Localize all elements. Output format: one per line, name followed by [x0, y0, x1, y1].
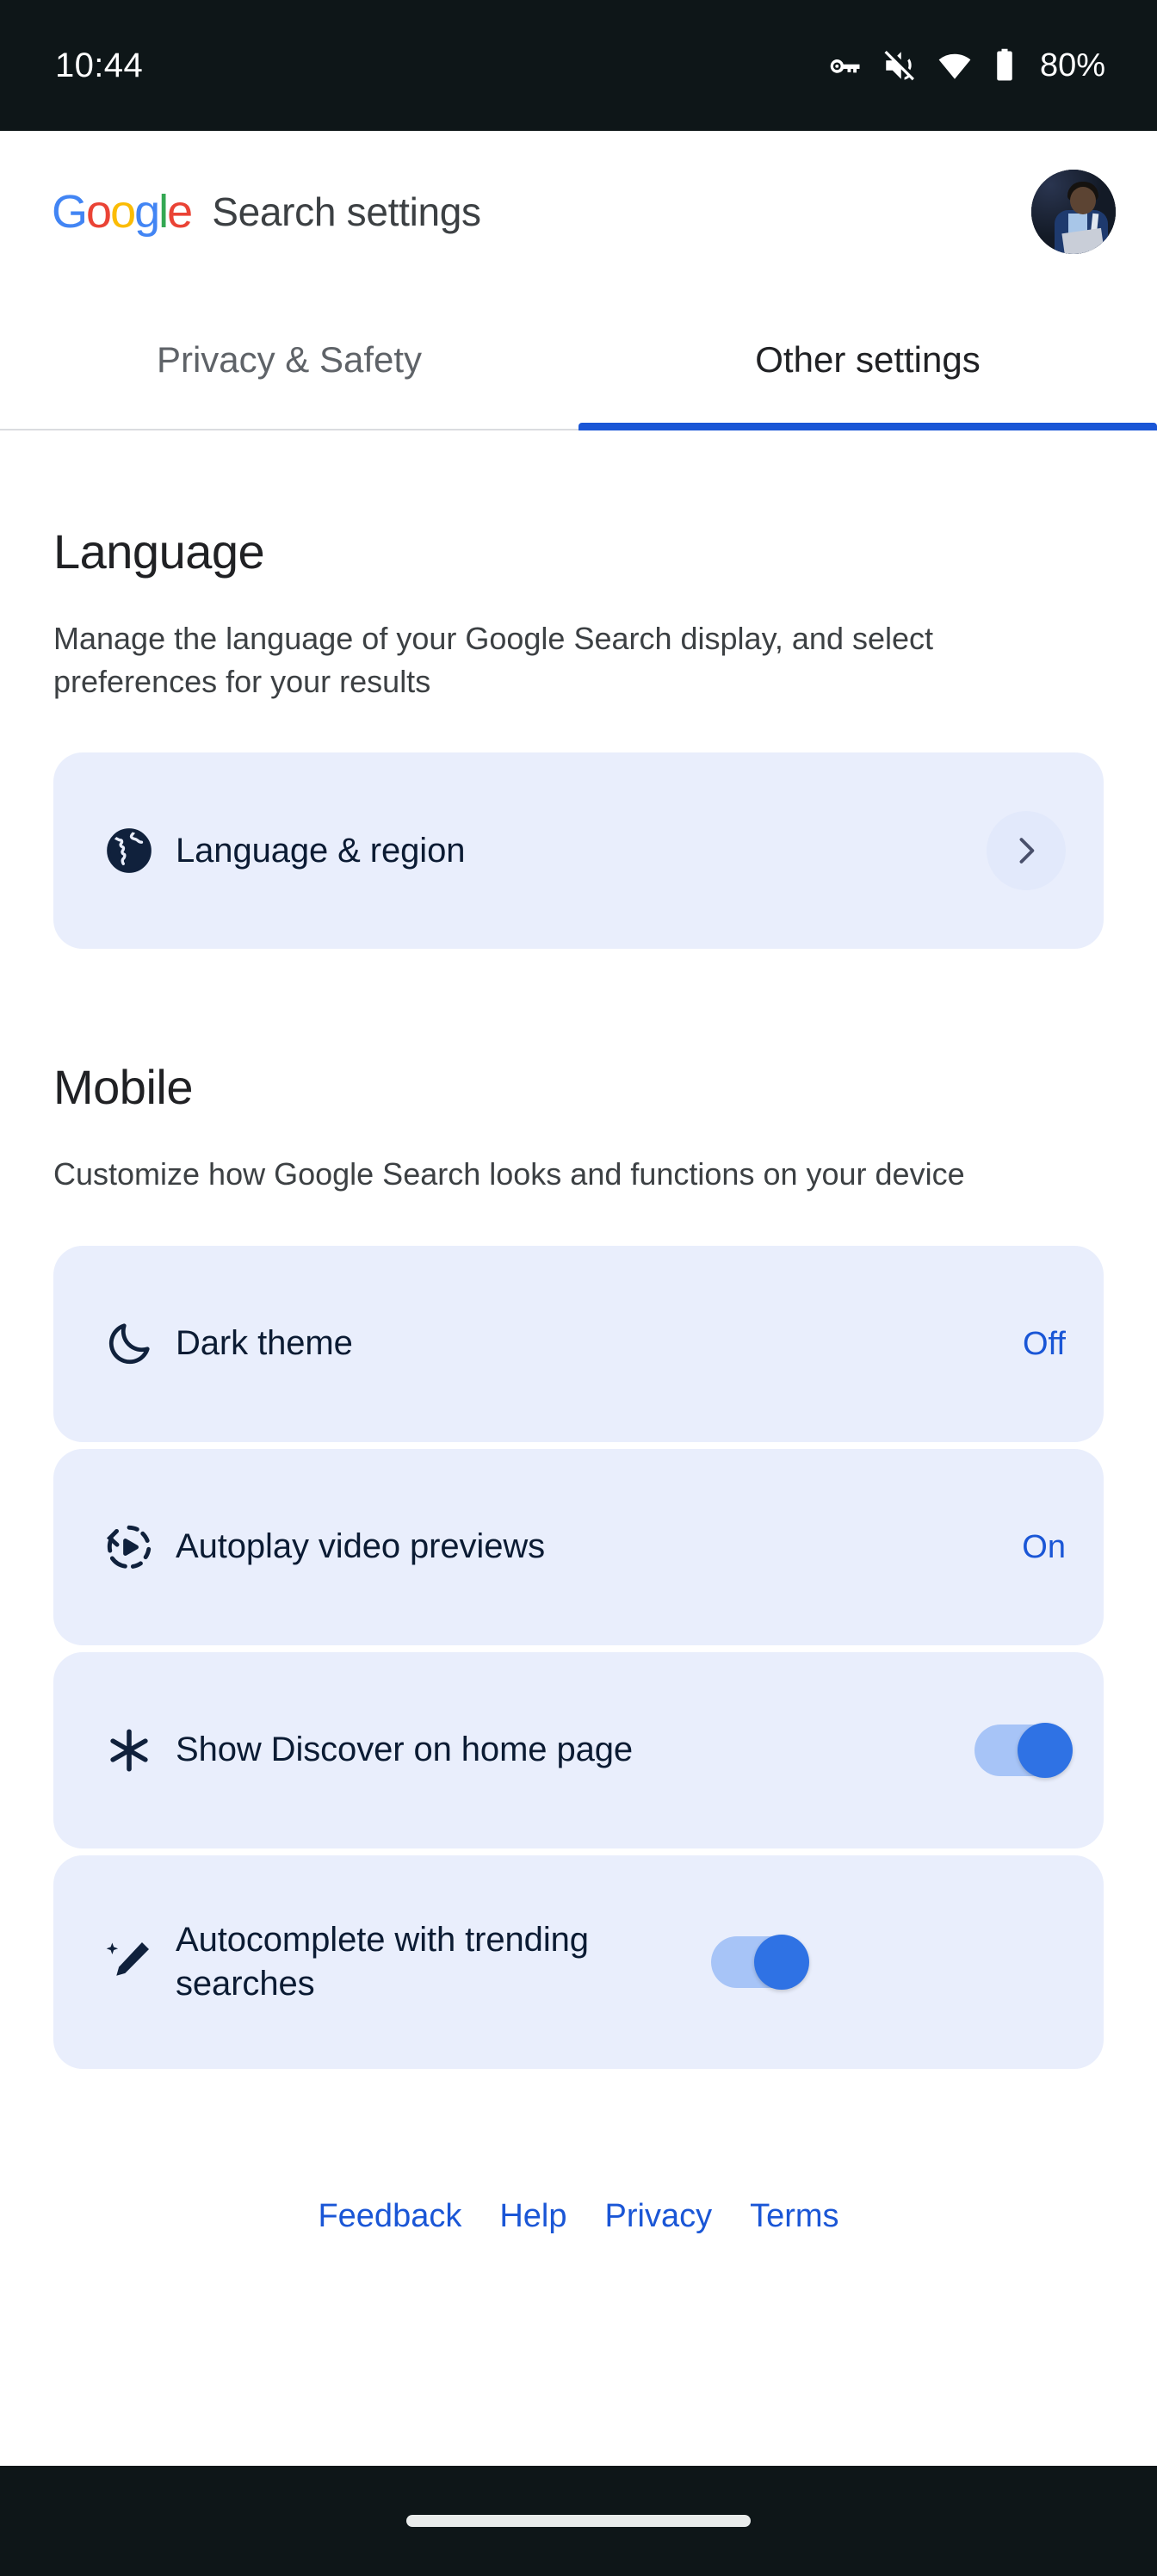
brand-group: Google Search settings: [52, 189, 481, 235]
magic-pen-icon: [90, 1935, 169, 1989]
volume-muted-icon: [882, 47, 918, 84]
status-time: 10:44: [55, 46, 144, 84]
toggle-thumb: [754, 1935, 809, 1991]
logo-letter-g: g: [134, 186, 160, 238]
moon-icon: [90, 1318, 169, 1370]
globe-icon: [90, 824, 169, 877]
toggle-autocomplete-trending[interactable]: [711, 1935, 809, 1991]
status-icon-group: 80%: [826, 47, 1105, 84]
setting-label-autocomplete-trending: Autocomplete with trending searches: [176, 1920, 589, 2003]
tab-other-settings[interactable]: Other settings: [578, 300, 1157, 430]
setting-value-dark-theme: Off: [1023, 1325, 1066, 1362]
setting-label-dark-theme: Dark theme: [176, 1324, 353, 1363]
toggle-thumb: [1018, 1723, 1073, 1779]
footer-link-help[interactable]: Help: [499, 2198, 566, 2235]
settings-content: Language Manage the language of your Goo…: [0, 430, 1157, 2235]
setting-row-autocomplete-trending[interactable]: Autocomplete with trending searches: [53, 1855, 1104, 2070]
status-bar: 10:44 80%: [0, 0, 1157, 131]
setting-row-dark-theme[interactable]: Dark theme Off: [53, 1246, 1104, 1443]
wifi-icon: [937, 47, 973, 84]
battery-icon: [992, 47, 1018, 84]
google-logo: Google: [52, 186, 193, 238]
tab-bar: Privacy & Safety Other settings: [0, 300, 1157, 430]
phone-screen: 10:44 80% Google Search settings Privacy…: [0, 0, 1157, 2576]
logo-letter-G: G: [52, 186, 88, 238]
avatar[interactable]: [1031, 170, 1116, 254]
autoplay-icon: [90, 1520, 169, 1574]
footer-link-privacy[interactable]: Privacy: [605, 2198, 713, 2235]
home-gesture-pill[interactable]: [406, 2515, 751, 2527]
page-title: Search settings: [212, 189, 481, 234]
footer-link-terms[interactable]: Terms: [750, 2198, 838, 2235]
toggle-show-discover[interactable]: [974, 1723, 1073, 1779]
setting-row-language-region[interactable]: Language & region: [53, 752, 1104, 950]
mobile-card-list: Dark theme Off Autoplay video previews O…: [53, 1246, 1104, 2070]
logo-letter-l: l: [158, 186, 169, 238]
section-title-language: Language: [53, 524, 265, 579]
setting-label-autoplay-video-previews: Autoplay video previews: [176, 1527, 546, 1566]
setting-row-show-discover[interactable]: Show Discover on home page: [53, 1652, 1104, 1849]
section-title-mobile: Mobile: [53, 1060, 193, 1115]
avatar-head: [1070, 186, 1097, 214]
setting-row-autoplay-video-previews[interactable]: Autoplay video previews On: [53, 1449, 1104, 1646]
key-icon: [826, 47, 863, 84]
footer-link-feedback[interactable]: Feedback: [318, 2198, 461, 2235]
battery-percent: 80%: [1039, 46, 1105, 84]
app-header: Google Search settings: [0, 131, 1157, 293]
logo-letter-o2: o: [110, 186, 136, 238]
language-card-list: Language & region: [53, 752, 1104, 950]
system-navigation-bar: [0, 2466, 1157, 2576]
section-language: Language Manage the language of your Goo…: [0, 430, 1157, 950]
tab-privacy-and-safety[interactable]: Privacy & Safety: [0, 300, 578, 429]
section-description-mobile: Customize how Google Search looks and fu…: [53, 1156, 965, 1192]
setting-label-show-discover: Show Discover on home page: [176, 1731, 634, 1769]
section-description-language: Manage the language of your Google Searc…: [53, 621, 934, 699]
logo-letter-e: e: [167, 186, 193, 238]
asterisk-icon: [90, 1725, 169, 1775]
chevron-right-icon[interactable]: [987, 811, 1066, 891]
setting-label-language-region: Language & region: [176, 831, 466, 870]
logo-letter-o1: o: [86, 186, 112, 238]
section-mobile: Mobile Customize how Google Search looks…: [0, 949, 1157, 2070]
footer-links: Feedback Help Privacy Terms: [0, 2198, 1157, 2235]
setting-value-autoplay-video-previews: On: [1022, 1528, 1066, 1565]
